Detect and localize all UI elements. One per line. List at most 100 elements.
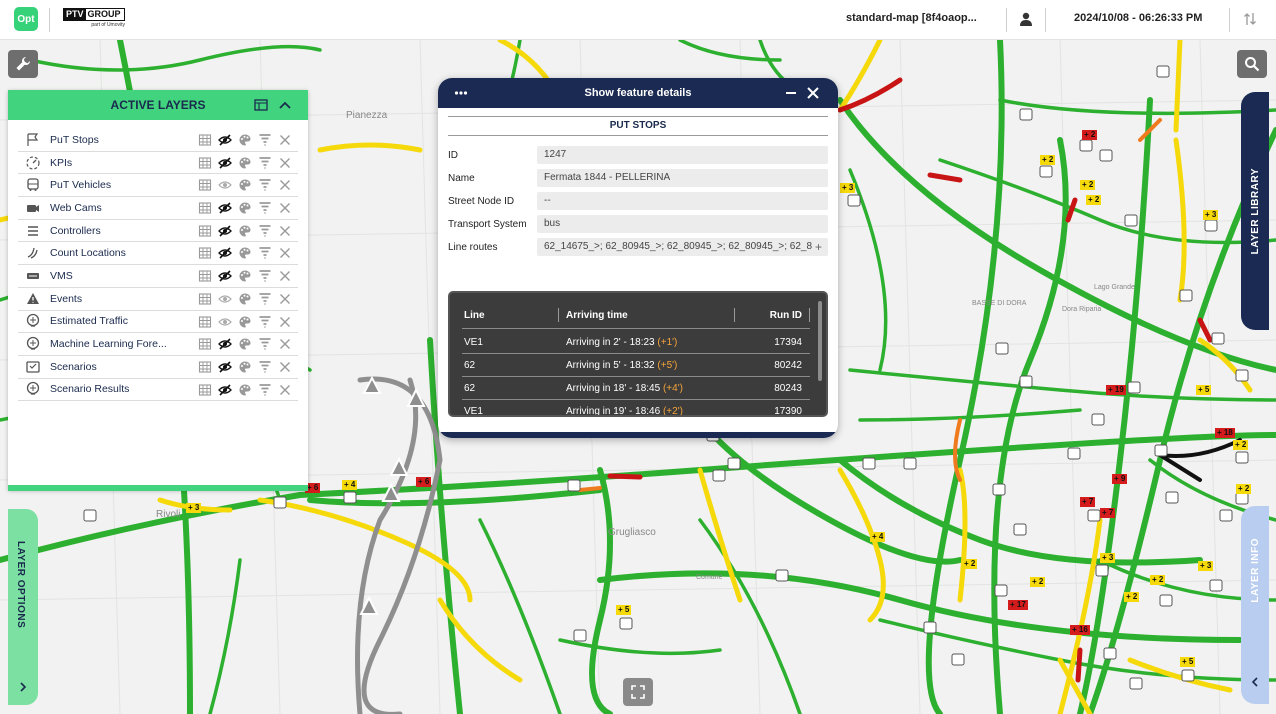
filter-icon[interactable]: [258, 156, 272, 170]
layer-row-estimated-traffic[interactable]: Estimated Traffic: [18, 311, 298, 334]
event-badge[interactable]: + 3: [1100, 553, 1116, 563]
fullscreen-button[interactable]: [623, 678, 653, 706]
layer-row-put-stops[interactable]: PuT Stops: [18, 129, 298, 152]
attribute-table-icon[interactable]: [198, 224, 212, 238]
filter-icon[interactable]: [258, 201, 272, 215]
layer-row-controllers[interactable]: Controllers: [18, 220, 298, 243]
layer-row-kpis[interactable]: KPIs: [18, 152, 298, 175]
event-badge[interactable]: + 5: [1196, 385, 1212, 395]
layer-row-scenarios[interactable]: Scenarios: [18, 356, 298, 379]
remove-layer-icon[interactable]: [278, 156, 292, 170]
filter-icon[interactable]: [258, 360, 272, 374]
remove-layer-icon[interactable]: [278, 383, 292, 397]
event-badge[interactable]: + 2: [1040, 155, 1056, 165]
event-badge[interactable]: + 4: [342, 480, 358, 490]
event-badge[interactable]: + 2: [962, 559, 978, 569]
remove-layer-icon[interactable]: [278, 178, 292, 192]
layer-info-tab[interactable]: LAYER INFO: [1241, 506, 1269, 704]
remove-layer-icon[interactable]: [278, 224, 292, 238]
attribute-table-icon[interactable]: [198, 133, 212, 147]
attribute-table-icon[interactable]: [198, 337, 212, 351]
user-icon[interactable]: [1018, 11, 1034, 27]
event-badge[interactable]: + 2: [1150, 575, 1166, 585]
event-badge[interactable]: + 2: [1236, 484, 1252, 494]
search-button[interactable]: [1237, 50, 1267, 78]
eye-icon[interactable]: [218, 178, 232, 192]
palette-icon[interactable]: [238, 156, 252, 170]
arrival-row[interactable]: VE1 Arriving in 2' - 18:23 (+1') 17394: [462, 331, 810, 354]
arrivals-scrollbar[interactable]: [818, 301, 822, 381]
event-badge[interactable]: + 3: [186, 503, 202, 513]
arrival-row[interactable]: 62 Arriving in 5' - 18:32 (+5') 80242: [462, 354, 810, 377]
col-separator[interactable]: [558, 308, 559, 322]
table-view-icon[interactable]: [254, 98, 268, 112]
event-badge[interactable]: + 2: [1082, 130, 1098, 140]
filter-icon[interactable]: [258, 337, 272, 351]
attribute-table-icon[interactable]: [198, 178, 212, 192]
eye-off-icon[interactable]: [218, 246, 232, 260]
eye-off-icon[interactable]: [218, 224, 232, 238]
event-badge[interactable]: + 5: [616, 605, 632, 615]
remove-layer-icon[interactable]: [278, 246, 292, 260]
app-logo[interactable]: Opt: [14, 7, 38, 31]
arrival-row[interactable]: 62 Arriving in 18' - 18:45 (+4') 80243: [462, 377, 810, 400]
col-separator[interactable]: [734, 308, 735, 322]
arrivals-table[interactable]: Line Arriving time Run ID VE1 Arriving in…: [448, 291, 828, 417]
chevron-right-icon[interactable]: [17, 681, 29, 693]
tools-button[interactable]: [8, 50, 38, 78]
remove-layer-icon[interactable]: [278, 337, 292, 351]
layer-row-scenario-results[interactable]: Scenario Results: [18, 379, 298, 402]
attribute-table-icon[interactable]: [198, 156, 212, 170]
filter-icon[interactable]: [258, 383, 272, 397]
palette-icon[interactable]: [238, 246, 252, 260]
filter-icon[interactable]: [258, 315, 272, 329]
filter-icon[interactable]: [258, 133, 272, 147]
attribute-table-icon[interactable]: [198, 269, 212, 283]
layer-row-count-locations[interactable]: Count Locations: [18, 242, 298, 266]
palette-icon[interactable]: [238, 269, 252, 283]
palette-icon[interactable]: [238, 360, 252, 374]
attribute-table-icon[interactable]: [198, 383, 212, 397]
event-badge[interactable]: + 18: [1215, 428, 1235, 438]
event-badge[interactable]: + 17: [1008, 600, 1028, 610]
event-badge[interactable]: + 16: [1070, 625, 1090, 635]
palette-icon[interactable]: [238, 383, 252, 397]
remove-layer-icon[interactable]: [278, 269, 292, 283]
remove-layer-icon[interactable]: [278, 360, 292, 374]
dialog-header[interactable]: Show feature details: [438, 78, 838, 108]
remove-layer-icon[interactable]: [278, 292, 292, 306]
remove-layer-icon[interactable]: [278, 133, 292, 147]
layer-row-machine-learning-fore[interactable]: Machine Learning Fore...: [18, 333, 298, 356]
layer-row-vms[interactable]: VMS: [18, 265, 298, 288]
eye-off-icon[interactable]: [218, 133, 232, 147]
palette-icon[interactable]: [238, 201, 252, 215]
chevron-left-icon[interactable]: [1249, 676, 1261, 688]
chevron-up-icon[interactable]: [278, 98, 292, 112]
eye-off-icon[interactable]: [218, 201, 232, 215]
layer-library-tab[interactable]: LAYER LIBRARY: [1241, 92, 1269, 330]
event-badge[interactable]: + 3: [840, 183, 856, 193]
event-badge[interactable]: + 7: [1080, 497, 1096, 507]
event-badge[interactable]: + 5: [1180, 657, 1196, 667]
eye-off-icon[interactable]: [218, 269, 232, 283]
filter-icon[interactable]: [258, 224, 272, 238]
close-icon[interactable]: [806, 86, 820, 100]
eye-off-icon[interactable]: [218, 360, 232, 374]
event-badge[interactable]: + 2: [1124, 592, 1140, 602]
palette-icon[interactable]: [238, 337, 252, 351]
attribute-table-icon[interactable]: [198, 246, 212, 260]
layer-row-events[interactable]: Events: [18, 288, 298, 311]
event-badge[interactable]: + 3: [1198, 561, 1214, 571]
col-separator[interactable]: [809, 308, 810, 322]
layer-options-tab[interactable]: LAYER OPTIONS: [8, 509, 38, 705]
palette-icon[interactable]: [238, 178, 252, 192]
palette-icon[interactable]: [238, 292, 252, 306]
event-badge[interactable]: + 2: [1233, 440, 1249, 450]
eye-off-icon[interactable]: [218, 383, 232, 397]
filter-icon[interactable]: [258, 269, 272, 283]
minimize-icon[interactable]: [784, 86, 798, 100]
layer-row-put-vehicles[interactable]: PuT Vehicles: [18, 174, 298, 198]
palette-icon[interactable]: [238, 315, 252, 329]
attribute-table-icon[interactable]: [198, 315, 212, 329]
remove-layer-icon[interactable]: [278, 315, 292, 329]
